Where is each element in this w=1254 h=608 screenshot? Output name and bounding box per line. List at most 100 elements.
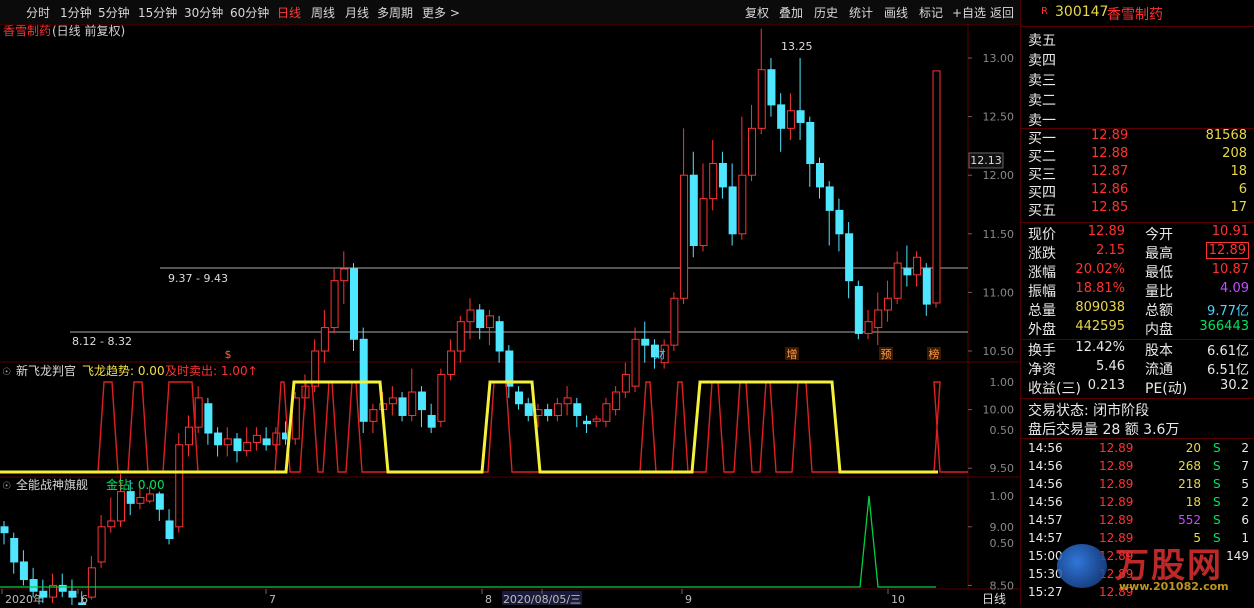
- period-tab-3[interactable]: 15分钟: [138, 4, 177, 21]
- period-tab-7[interactable]: 周线: [311, 4, 335, 21]
- candle-body: [233, 438, 242, 452]
- candle-body: [204, 403, 213, 434]
- quote-label: 内盘: [1145, 322, 1173, 338]
- ask-label: 卖二: [1028, 93, 1056, 109]
- period-tab-9[interactable]: 多周期: [377, 4, 413, 21]
- trade-price: 12.89: [1099, 477, 1134, 491]
- quote-value: 366443: [1199, 319, 1249, 334]
- bid-price: 12.87: [1091, 164, 1129, 179]
- period-tab-5[interactable]: 60分钟: [230, 4, 269, 21]
- indicator1-name: 新飞龙判官: [16, 363, 76, 378]
- trade-volume: 268: [1178, 459, 1201, 473]
- stock-code: 300147: [1055, 4, 1109, 20]
- ask-label: 卖五: [1028, 33, 1056, 49]
- bid-price: 12.86: [1091, 182, 1129, 197]
- period-tab-2[interactable]: 5分钟: [98, 4, 130, 21]
- indicator1-line1: 飞龙趋势: 0.00: [82, 364, 165, 378]
- watermark: 万股网 www.201082.com: [1057, 538, 1254, 598]
- candle-body: [19, 561, 28, 581]
- indicator2-line1: 金钻: 0.00: [106, 477, 165, 492]
- candle-body: [87, 567, 96, 598]
- candle-body: [447, 350, 456, 375]
- candle-body: [466, 309, 475, 323]
- bid-row: 买二 12.88 208: [1021, 146, 1254, 165]
- trade-direction: S: [1213, 513, 1221, 527]
- action-button-4[interactable]: 画线: [884, 4, 908, 21]
- trade-time: 14:56: [1028, 441, 1063, 455]
- candle-body: [709, 162, 718, 200]
- fundamental-value: 30.2: [1220, 378, 1249, 393]
- quote-row: 涨幅 20.02% 最低 10.87: [1021, 262, 1254, 281]
- fundamental-value: 12.42%: [1075, 340, 1125, 355]
- event-marker: 财: [655, 347, 666, 361]
- bid-volume: 81568: [1205, 128, 1247, 143]
- quote-label: 最高: [1145, 246, 1173, 262]
- bid-label: 买二: [1028, 149, 1056, 165]
- main-title: 香雪制药: [3, 24, 51, 38]
- action-button-2[interactable]: 历史: [814, 4, 838, 21]
- y-tick-label: 8.50: [990, 579, 1015, 592]
- candle-body: [10, 538, 19, 563]
- candle-body: [398, 397, 407, 416]
- event-marker: 榜: [929, 347, 940, 361]
- y-tick-label: 11.00: [983, 286, 1015, 299]
- candle-body: [388, 397, 397, 405]
- candle-body: [922, 268, 931, 305]
- candle-body: [641, 338, 650, 346]
- quote-value: 10.91: [1211, 224, 1249, 239]
- fundamental-label: PE(动): [1145, 381, 1188, 397]
- candlestick-chart[interactable]: 香雪制药 (日线 前复权) 13.00 12.50 12.00 11.50 11.00 10.…: [0, 23, 1020, 608]
- fundamental-value: 6.61亿: [1207, 344, 1249, 359]
- action-button-6[interactable]: +自选: [952, 4, 986, 21]
- quote-label: 今开: [1145, 227, 1173, 243]
- period-tab-6[interactable]: 日线: [277, 4, 301, 21]
- action-button-1[interactable]: 叠加: [779, 4, 803, 21]
- bid-volume: 18: [1230, 164, 1247, 179]
- ask-row: 卖五: [1021, 30, 1254, 49]
- candle-body: [437, 373, 446, 422]
- action-button-5[interactable]: 标记: [919, 4, 943, 21]
- period-tab-4[interactable]: 30分钟: [184, 4, 223, 21]
- trade-count: 7: [1241, 459, 1249, 473]
- trade-row: 14:57 12.89 552 S 6: [1021, 512, 1254, 530]
- x-axis-label: 7: [269, 593, 276, 605]
- ask-label: 卖三: [1028, 73, 1056, 89]
- action-button-7[interactable]: 返回: [990, 4, 1014, 21]
- chart-area[interactable]: 香雪制药 (日线 前复权) 13.00 12.50 12.00 11.50 11.00 10.…: [0, 23, 1020, 608]
- candle-body: [524, 403, 533, 416]
- divider: [1021, 438, 1254, 439]
- candle-body: [825, 186, 834, 211]
- stock-name: 香雪制药: [1107, 7, 1163, 23]
- quote-value: 10.87: [1211, 262, 1249, 277]
- period-tab-0[interactable]: 分时: [26, 4, 50, 21]
- trade-price: 12.89: [1099, 495, 1134, 509]
- trade-count: 6: [1241, 513, 1249, 527]
- period-tab-8[interactable]: 月线: [345, 4, 369, 21]
- divider: [1021, 222, 1254, 223]
- period-tab-1[interactable]: 1分钟: [60, 4, 92, 21]
- action-button-0[interactable]: 复权: [745, 4, 769, 21]
- period-tab-10[interactable]: 更多 >: [422, 4, 460, 21]
- quote-value: 442595: [1075, 319, 1125, 334]
- action-button-3[interactable]: 统计: [849, 4, 873, 21]
- quote-label: 最低: [1145, 265, 1173, 281]
- trade-time: 14:56: [1028, 495, 1063, 509]
- candle-body: [816, 162, 824, 188]
- candle-body: [777, 104, 786, 129]
- candle-body: [165, 520, 174, 540]
- quote-label: 总额: [1145, 303, 1173, 319]
- bid-row: 买五 12.85 17: [1021, 200, 1254, 219]
- indicator1-line2: 及时卖出: 1.00↑: [165, 364, 258, 378]
- candle-body: [563, 397, 572, 405]
- quote-value: 20.02%: [1075, 262, 1125, 277]
- candle-body: [544, 409, 553, 416]
- candle-body: [58, 584, 67, 592]
- quote-label: 现价: [1028, 227, 1056, 243]
- collapse-icon: ☉: [2, 481, 11, 492]
- quote-value: 809038: [1075, 300, 1125, 315]
- candle-body: [757, 69, 766, 129]
- high-annotation: 13.25: [781, 40, 813, 53]
- indicator1-y-tick: 0.50: [990, 424, 1015, 437]
- bid-price: 12.89: [1091, 128, 1129, 143]
- collapse-icon: ☉: [2, 367, 11, 378]
